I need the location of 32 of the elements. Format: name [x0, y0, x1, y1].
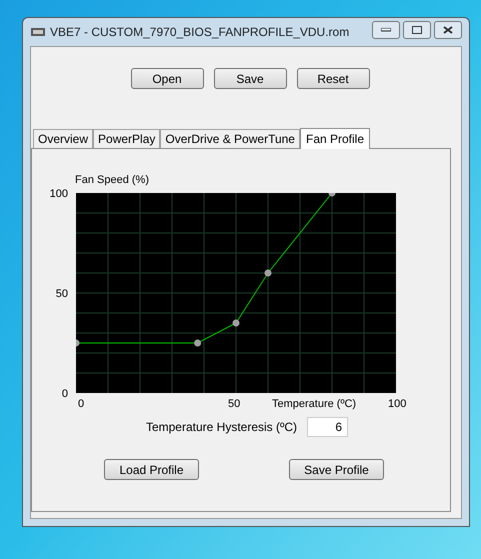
- hysteresis-label: Temperature Hysteresis (ºC): [146, 419, 298, 436]
- y-tick-label: 50: [54, 287, 68, 302]
- y-tick-label: 100: [48, 187, 68, 202]
- tab[interactable]: Overview: [33, 129, 94, 148]
- close-button[interactable]: [434, 21, 462, 39]
- tab[interactable]: PowerPlay: [93, 129, 160, 148]
- profile-button[interactable]: Save Profile: [289, 459, 384, 480]
- x-tick-label: 50: [228, 397, 240, 412]
- chip-icon: [30, 26, 46, 38]
- close-icon: [443, 26, 453, 34]
- curve-point[interactable]: [76, 340, 80, 346]
- curve-point[interactable]: [194, 340, 202, 346]
- y-tick-label: 0: [60, 387, 68, 402]
- hysteresis-field[interactable]: 6: [307, 417, 348, 437]
- x-tick-label: 100: [388, 397, 406, 412]
- x-axis-title: Temperature (ºC): [272, 397, 356, 412]
- window-title: VBE7 - CUSTOM_7970_BIOS_FANPROFILE_VDU.rom: [50, 24, 350, 41]
- minimize-button[interactable]: [372, 21, 400, 39]
- toolbar-button[interactable]: Open: [130, 68, 204, 89]
- toolbar-button[interactable]: Save: [214, 68, 286, 89]
- maximize-button[interactable]: [403, 21, 431, 39]
- curve-point[interactable]: [328, 193, 336, 196]
- profile-button[interactable]: Load Profile: [104, 459, 199, 480]
- curve-point[interactable]: [264, 270, 272, 276]
- tab[interactable]: Fan Profile: [300, 128, 370, 149]
- minimize-icon: [381, 28, 391, 32]
- curve-point[interactable]: [232, 320, 240, 326]
- y-axis-title: Fan Speed (%): [75, 173, 149, 188]
- x-tick-label: 0: [78, 397, 84, 412]
- tab[interactable]: OverDrive & PowerTune: [160, 129, 300, 148]
- maximize-icon: [412, 26, 422, 34]
- toolbar-button[interactable]: Reset: [296, 68, 370, 89]
